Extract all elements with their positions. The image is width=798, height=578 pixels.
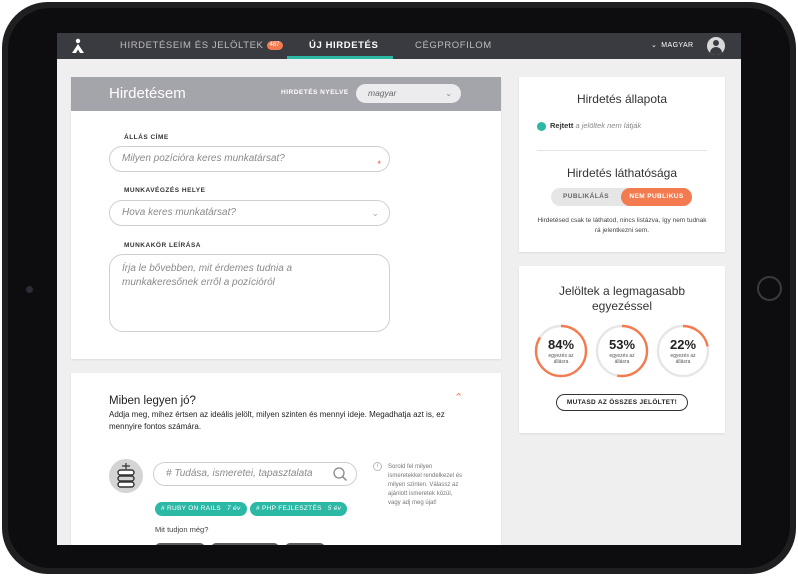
ad-language-select[interactable]: magyar ⌄	[356, 84, 461, 103]
info-icon: i	[373, 462, 382, 471]
description-textarea[interactable]: Írja le bővebben, mit érdemes tudnia a m…	[109, 254, 390, 332]
option-publish[interactable]: PUBLIKÁLÁS	[551, 188, 621, 206]
location-select[interactable]: Hova keres munkatársat? ⌄	[109, 200, 390, 226]
ad-language-label: HIRDETÉS NYELVE	[281, 89, 349, 96]
hidden-status-icon	[537, 121, 546, 131]
chevron-down-icon: ⌄	[445, 89, 452, 98]
visibility-toggle: PUBLIKÁLÁS NEM PUBLIKUS	[551, 188, 692, 206]
visibility-description: Hirdetésed csak te láthatod, nincs listá…	[537, 217, 707, 234]
language-label: MAGYAR	[661, 42, 694, 49]
skills-description: Addja meg, mihez értsen az ideális jelöl…	[109, 410, 445, 431]
match-caption: egyezés az állásra	[548, 353, 574, 365]
ad-status-card: Hirdetés állapota Rejtett a jelöltek nem…	[519, 77, 725, 252]
skill-chip-years: 7 év	[227, 505, 241, 512]
match-caption: egyezés az állásra	[609, 353, 635, 365]
required-mark: *	[377, 159, 381, 169]
skills-title: Miben legyen jó?	[109, 395, 196, 407]
description-label: MUNKAKÖR LEÍRÁSA	[124, 242, 201, 249]
ad-form-header: Hirdetésem HIRDETÉS NYELVE magyar ⌄	[71, 77, 501, 111]
avatar-head	[713, 40, 719, 46]
ad-language-value: magyar	[368, 88, 397, 98]
home-button[interactable]	[757, 276, 782, 301]
active-tab-indicator	[287, 56, 393, 59]
logo-icon[interactable]	[71, 38, 85, 54]
ad-status-value: Rejtett	[550, 121, 574, 130]
suggested-skill-chip[interactable]	[211, 543, 279, 545]
skill-search-placeholder: # Tudása, ismeretei, tapasztalata	[166, 468, 313, 479]
location-label: MUNKAVÉGZÉS HELYE	[124, 187, 206, 194]
location-placeholder: Hova keres munkatársat?	[122, 207, 236, 218]
match-percent: 84%	[547, 337, 575, 352]
app-screen: HIRDETÉSEIM ÉS JELÖLTEK 487 ÚJ HIRDETÉS C…	[57, 33, 741, 545]
ad-status-title: Hirdetés állapota	[576, 92, 668, 106]
chevron-down-icon: ⌄	[651, 42, 658, 49]
nav-company-profile[interactable]: CÉGPROFILOM	[415, 33, 492, 59]
nav-my-ads-label: HIRDETÉSEIM ÉS JELÖLTEK	[120, 40, 264, 51]
match-percent: 53%	[608, 337, 636, 352]
match-gauge[interactable]: 22% egyezés az állásra	[656, 324, 710, 378]
match-caption: egyezés az állásra	[670, 353, 696, 365]
avatar-body	[710, 47, 722, 55]
suggested-skill-chip[interactable]	[155, 543, 205, 545]
suggested-skill-chip[interactable]	[285, 543, 325, 545]
candidates-count-badge: 487	[266, 40, 283, 50]
language-switcher[interactable]: ⌄ MAGYAR	[651, 33, 693, 59]
chevron-up-icon[interactable]: ⌃	[454, 391, 463, 404]
ad-form-card: Hirdetésem HIRDETÉS NYELVE magyar ⌄ ÁLLÁ…	[71, 77, 501, 359]
show-all-candidates-button[interactable]: MUTASD AZ ÖSSZES JELÖLTET!	[556, 394, 688, 411]
ad-status-row: Rejtett a jelöltek nem látják	[537, 121, 641, 131]
skills-card: Miben legyen jó? ⌃ Addja meg, mihez érts…	[71, 373, 501, 545]
nav-new-ad-label: ÚJ HIRDETÉS	[309, 40, 379, 51]
skill-search-input[interactable]: # Tudása, ismeretei, tapasztalata	[153, 462, 357, 486]
skill-chip-label: # RUBY ON RAILS	[161, 505, 222, 512]
top-matches-card: Jelöltek a legmagasabb egyezéssel 84% eg…	[519, 266, 725, 433]
skill-chip-label: # PHP FEJLESZTÉS	[256, 505, 322, 512]
option-not-public[interactable]: NEM PUBLIKUS	[621, 188, 692, 206]
top-navigation: HIRDETÉSEIM ÉS JELÖLTEK 487 ÚJ HIRDETÉS C…	[57, 33, 741, 59]
ad-form-title: Hirdetésem	[109, 85, 186, 102]
search-icon[interactable]	[332, 466, 348, 482]
skill-info-text: Sorold fel milyen ismeretekkel rendelkez…	[388, 464, 463, 506]
job-title-label: ÁLLÁS CÍME	[124, 134, 169, 141]
chevron-down-icon: ⌄	[371, 208, 379, 218]
skill-chip[interactable]: # PHP FEJLESZTÉS 5 év	[250, 502, 348, 516]
more-skills-label: Mit tudjon még?	[155, 525, 209, 534]
description-placeholder: Írja le bővebben, mit érdemes tudnia a m…	[122, 263, 293, 288]
job-title-placeholder: Milyen pozícióra keres munkatársat?	[122, 153, 285, 164]
match-percent: 22%	[669, 337, 697, 352]
match-gauge[interactable]: 53% egyezés az állásra	[595, 324, 649, 378]
skill-chip[interactable]: # RUBY ON RAILS 7 év	[155, 502, 247, 516]
nav-my-ads[interactable]: HIRDETÉSEIM ÉS JELÖLTEK 487	[120, 33, 283, 59]
skills-stack-icon	[109, 459, 143, 493]
visibility-title: Hirdetés láthatósága	[566, 166, 678, 180]
ad-status-note: a jelöltek nem látják	[575, 121, 642, 130]
divider	[537, 150, 707, 151]
top-matches-title: Jelöltek a legmagasabb egyezéssel	[558, 284, 686, 313]
camera-dot	[26, 286, 33, 293]
skill-chip-years: 5 év	[327, 505, 342, 512]
user-avatar[interactable]	[707, 37, 725, 55]
job-title-input[interactable]: Milyen pozícióra keres munkatársat? *	[109, 146, 390, 172]
match-gauge[interactable]: 84% egyezés az állásra	[534, 324, 588, 378]
nav-company-profile-label: CÉGPROFILOM	[415, 40, 492, 51]
